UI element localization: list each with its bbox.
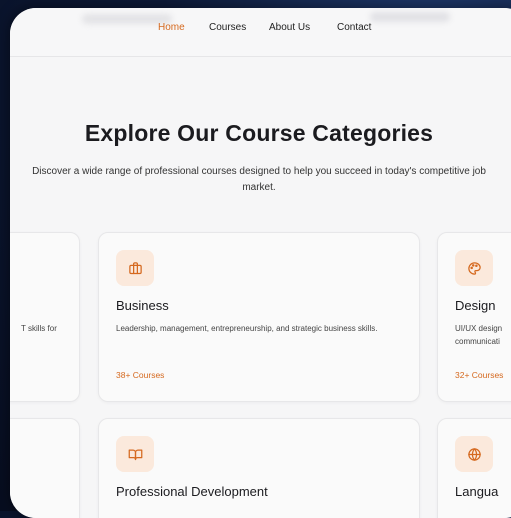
briefcase-icon <box>116 250 154 286</box>
nav-link-courses[interactable]: Courses <box>209 22 246 33</box>
nav-link-about-us[interactable]: About Us <box>269 22 310 33</box>
browser-frame: Home Courses About Us Contact Explore Ou… <box>10 8 511 518</box>
card-description-line: UI/UX design <box>455 324 503 333</box>
card-description: T skills for <box>21 324 57 333</box>
page-subtitle: Discover a wide range of professional co… <box>32 166 486 193</box>
category-card-professional-development[interactable]: Professional Development <box>98 418 420 518</box>
nav-link-home[interactable]: Home <box>158 22 185 33</box>
card-title: Professional Development <box>116 484 268 499</box>
card-description: Leadership, management, entrepreneurship… <box>116 324 378 333</box>
card-title: Design <box>455 298 496 313</box>
category-card-partial-left-row2[interactable] <box>10 418 80 518</box>
page-title: Explore Our Course Categories <box>84 120 434 146</box>
globe-icon <box>455 436 493 472</box>
category-card-design[interactable]: Design UI/UX design communicati 32+ Cour… <box>437 232 511 402</box>
card-description-line: communicati <box>455 337 500 346</box>
category-card-partial-left[interactable]: T skills for <box>10 232 80 402</box>
nav-links: Home Courses About Us Contact <box>10 22 511 38</box>
top-nav: Home Courses About Us Contact <box>10 8 511 57</box>
card-title: Langua <box>455 484 499 499</box>
category-card-language[interactable]: Langua <box>437 418 511 518</box>
book-icon <box>116 436 154 472</box>
nav-blurred-element <box>370 12 450 22</box>
card-title: Business <box>116 298 169 313</box>
course-count-link[interactable]: 38+ Courses <box>116 370 164 380</box>
category-card-business[interactable]: Business Leadership, management, entrepr… <box>98 232 420 402</box>
course-count-link[interactable]: 32+ Courses <box>455 370 503 380</box>
nav-link-contact[interactable]: Contact <box>337 22 371 33</box>
palette-icon <box>455 250 493 286</box>
